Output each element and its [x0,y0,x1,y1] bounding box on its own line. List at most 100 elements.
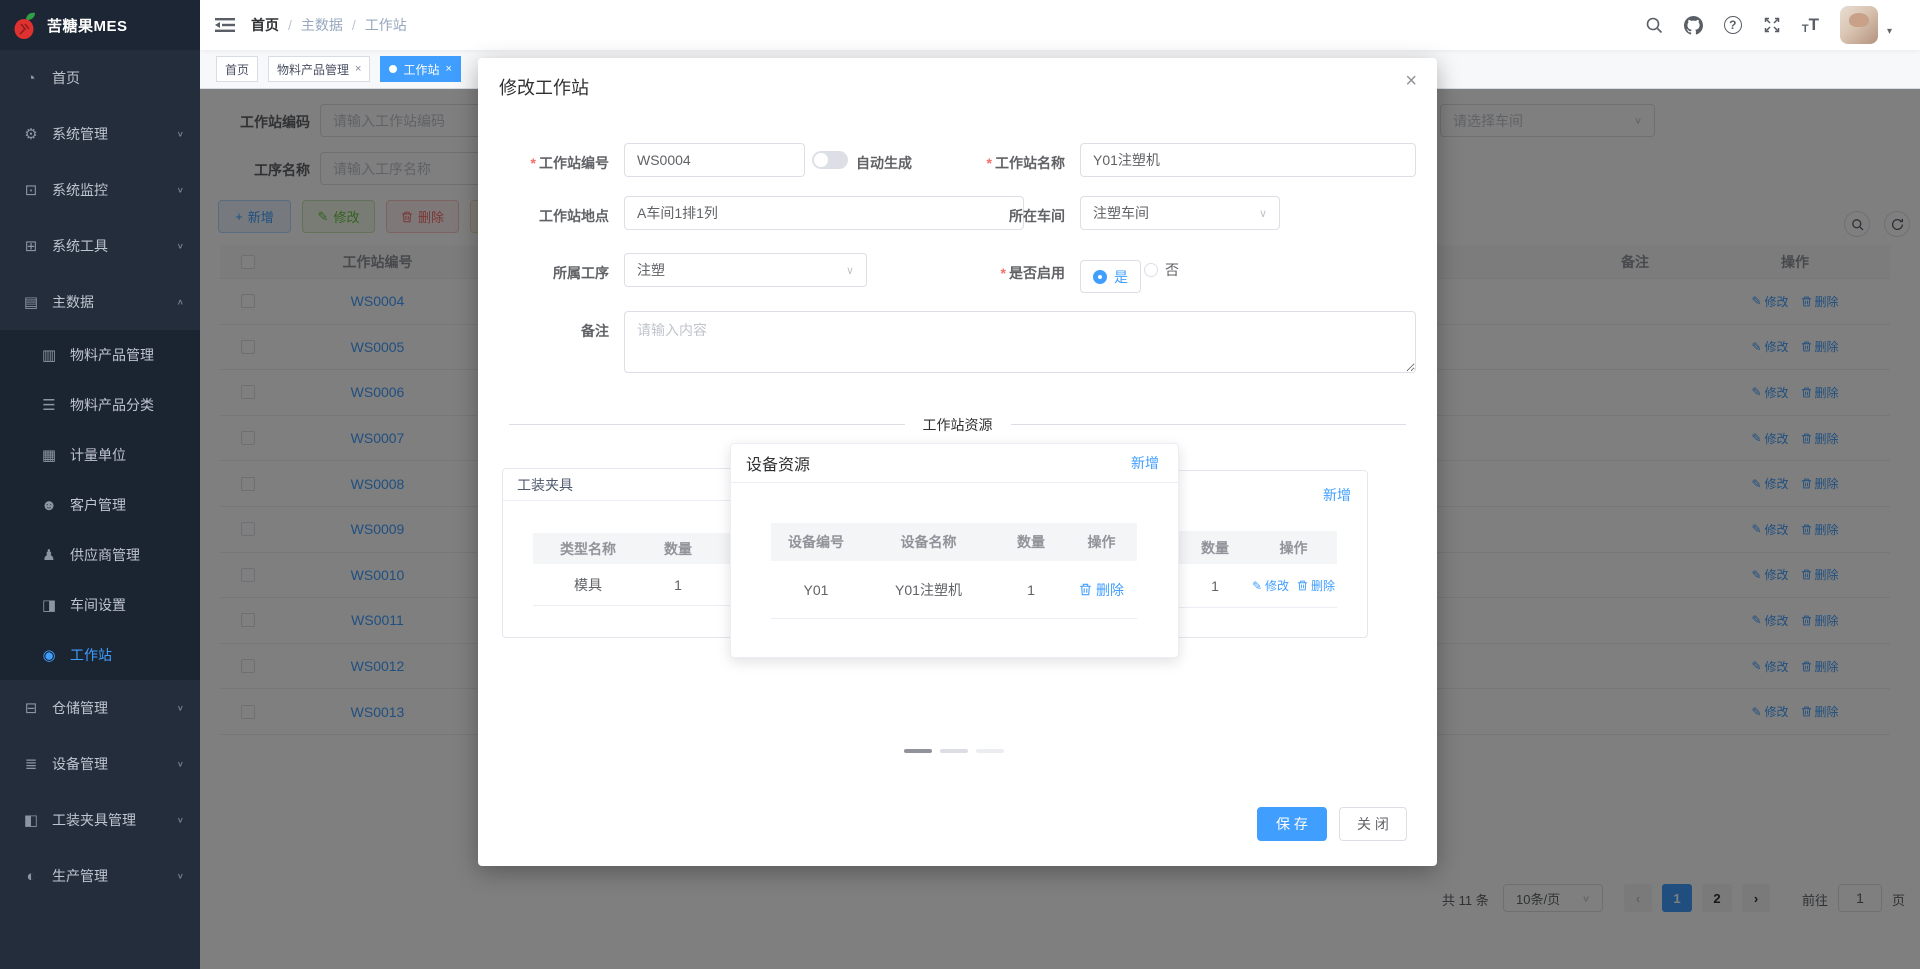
tag-label: 物料产品管理 [277,62,350,77]
sidebar-menu: ◔ 首页 ⚙ 系统管理 ∨ ⊡ 系统监控 ∨ ⊞ 系统工具 ∨ ▤ 主数据 ∧ ▥ 物料产品管理 ☰ 物料产品分类… [0,50,200,904]
active-dot [389,65,398,73]
sidebar-item-customer[interactable]: ☻ 客户管理 [0,480,200,530]
close-icon[interactable]: × [355,63,361,75]
sidebar-item-label: 系统工具 [52,238,108,254]
breadcrumb-home[interactable]: 首页 [251,15,279,35]
section-divider-title: 工作站资源 [478,415,1437,435]
code-input[interactable] [624,143,805,177]
sidebar-item-toolbox[interactable]: ⊞ 系统工具 ∨ [0,218,200,274]
fixture-col-type: 类型名称 [560,540,616,557]
sidebar-item-material[interactable]: ▥ 物料产品管理 [0,330,200,380]
fullscreen-icon[interactable] [1763,16,1781,34]
device-name-cell: Y01注塑机 [895,581,962,598]
sidebar-toggle-icon[interactable] [215,17,235,33]
save-button[interactable]: 保 存 [1257,807,1327,841]
toolbox-icon: ⊞ [24,238,38,255]
breadcrumb-workstation: 工作站 [364,17,407,33]
breadcrumb-masterdata[interactable]: 主数据 [301,15,343,35]
right-qty-cell: 1 [1211,577,1219,594]
sidebar-item-workstation[interactable]: ◉ 工作站 [0,630,200,680]
sidebar-item-label: 首页 [52,70,80,86]
sidebar-item-equipment[interactable]: ≣ 设备管理 ∨ [0,736,200,792]
right-col-op: 操作 [1279,539,1308,556]
help-icon[interactable]: ? [1723,16,1742,34]
navbar-actions: ? TT ▾ [1645,6,1892,44]
right-delete-link[interactable]: 删除 [1297,577,1335,594]
tag-item[interactable]: 物料产品管理 × [268,56,371,82]
workshop-select[interactable]: 注塑车间 ∨ [1080,196,1280,230]
trash-icon [1297,580,1308,591]
process-field-label: 所属工序 [553,265,609,281]
search-icon[interactable] [1645,16,1663,34]
enabled-field-label: * 是否启用 [1000,265,1065,281]
workshop-field-label: 所在车间 [1009,208,1065,224]
sidebar-item-monitor[interactable]: ⊡ 系统监控 ∨ [0,162,200,218]
required-asterisk: * [986,155,992,171]
name-field-label: * 工作站名称 [986,155,1065,171]
auto-generate-toggle[interactable] [812,151,848,169]
sidebar-item-warehouse[interactable]: ⊟ 仓储管理 ∨ [0,680,200,736]
chevron-down-icon: ∨ [176,703,184,713]
chevron-down-icon[interactable]: ▾ [1887,26,1892,37]
supplier-icon: ♟ [42,547,56,564]
sidebar-item-production[interactable]: ◐ 生产管理 ∨ [0,848,200,904]
tag-item[interactable]: 首页 [216,56,259,82]
sidebar-item-label: 系统管理 [52,126,108,142]
warehouse-icon: ⊟ [24,700,38,717]
logo-icon [12,10,38,40]
tag-item[interactable]: 工作站 × [380,56,461,82]
sidebar-item-dashboard[interactable]: ◔ 首页 [0,50,200,106]
sidebar: 苦糖果MES ◔ 首页 ⚙ 系统管理 ∨ ⊡ 系统监控 ∨ ⊞ 系统工具 ∨ ▤ 主数据 ∧ ▥ 物料产品管理… [0,0,200,969]
dialog-close-button[interactable]: 关 闭 [1339,807,1407,841]
avatar[interactable] [1839,6,1878,44]
device-card-title: 设备资源 [746,457,811,474]
required-asterisk: * [530,155,536,171]
process-select[interactable]: 注塑 ∨ [624,253,867,287]
device-card-add-link[interactable]: 新增 [1131,453,1159,473]
unit-icon: ▦ [41,447,57,464]
sidebar-item-workshop[interactable]: ◨ 车间设置 [0,580,200,630]
fixture-col-qty: 数量 [664,540,692,557]
chevron-down-icon: ∨ [845,264,854,277]
github-icon[interactable] [1683,15,1703,35]
sidebar-item-label: 计量单位 [70,447,126,463]
enabled-no-radio[interactable]: 否 [1144,260,1179,280]
sidebar-item-supplier[interactable]: ♟ 供应商管理 [0,530,200,580]
right-card-add-link[interactable]: 新增 [1323,485,1351,505]
sidebar-item-label: 物料产品分类 [70,397,154,413]
fixture-type-cell: 模具 [574,576,602,593]
device-qty-cell: 1 [1027,581,1035,598]
sidebar-item-database[interactable]: ▤ 主数据 ∧ [0,274,200,330]
sidebar-item-fixture[interactable]: ◧ 工装夹具管理 ∨ [0,792,200,848]
fixture-card-title: 工装夹具 [517,476,573,493]
app-title: 苦糖果MES [47,17,128,35]
device-code-cell: Y01 [803,581,829,598]
carousel-indicator[interactable] [976,749,1004,753]
enabled-yes-radio[interactable]: 是 [1080,260,1141,293]
breadcrumb-separator: / [351,17,356,33]
chevron-down-icon: ∨ [176,815,184,825]
sidebar-item-unit[interactable]: ▦ 计量单位 [0,430,200,480]
chevron-up-icon: ∧ [176,297,184,307]
edit-workstation-dialog: 修改工作站 × *工作站编号 自动生成 *工作站名称 工作站地点 所在车间 注塑… [478,58,1437,866]
category-icon: ☰ [42,397,56,414]
carousel-indicator-active[interactable] [904,749,932,753]
sidebar-item-label: 车间设置 [70,597,126,613]
device-delete-link[interactable]: 删除 [1079,580,1124,600]
right-edit-link[interactable]: ✎ 修改 [1252,577,1289,594]
device-col-op: 操作 [1087,534,1116,550]
sidebar-item-label: 仓储管理 [52,700,108,716]
dialog-title: 修改工作站 [499,78,589,98]
name-input[interactable] [1080,143,1416,177]
close-icon[interactable]: × [445,63,451,75]
close-icon[interactable]: × [1405,70,1417,93]
remark-textarea[interactable] [624,311,1416,373]
process-select-value: 注塑 [637,262,665,278]
carousel-indicator[interactable] [940,749,968,753]
device-col-code: 设备编号 [788,534,844,550]
sidebar-item-category[interactable]: ☰ 物料产品分类 [0,380,200,430]
font-size-icon[interactable]: TT [1802,15,1819,35]
sidebar-item-gear[interactable]: ⚙ 系统管理 ∨ [0,106,200,162]
chevron-down-icon: ∨ [176,759,184,769]
sidebar-item-label: 生产管理 [52,868,108,884]
